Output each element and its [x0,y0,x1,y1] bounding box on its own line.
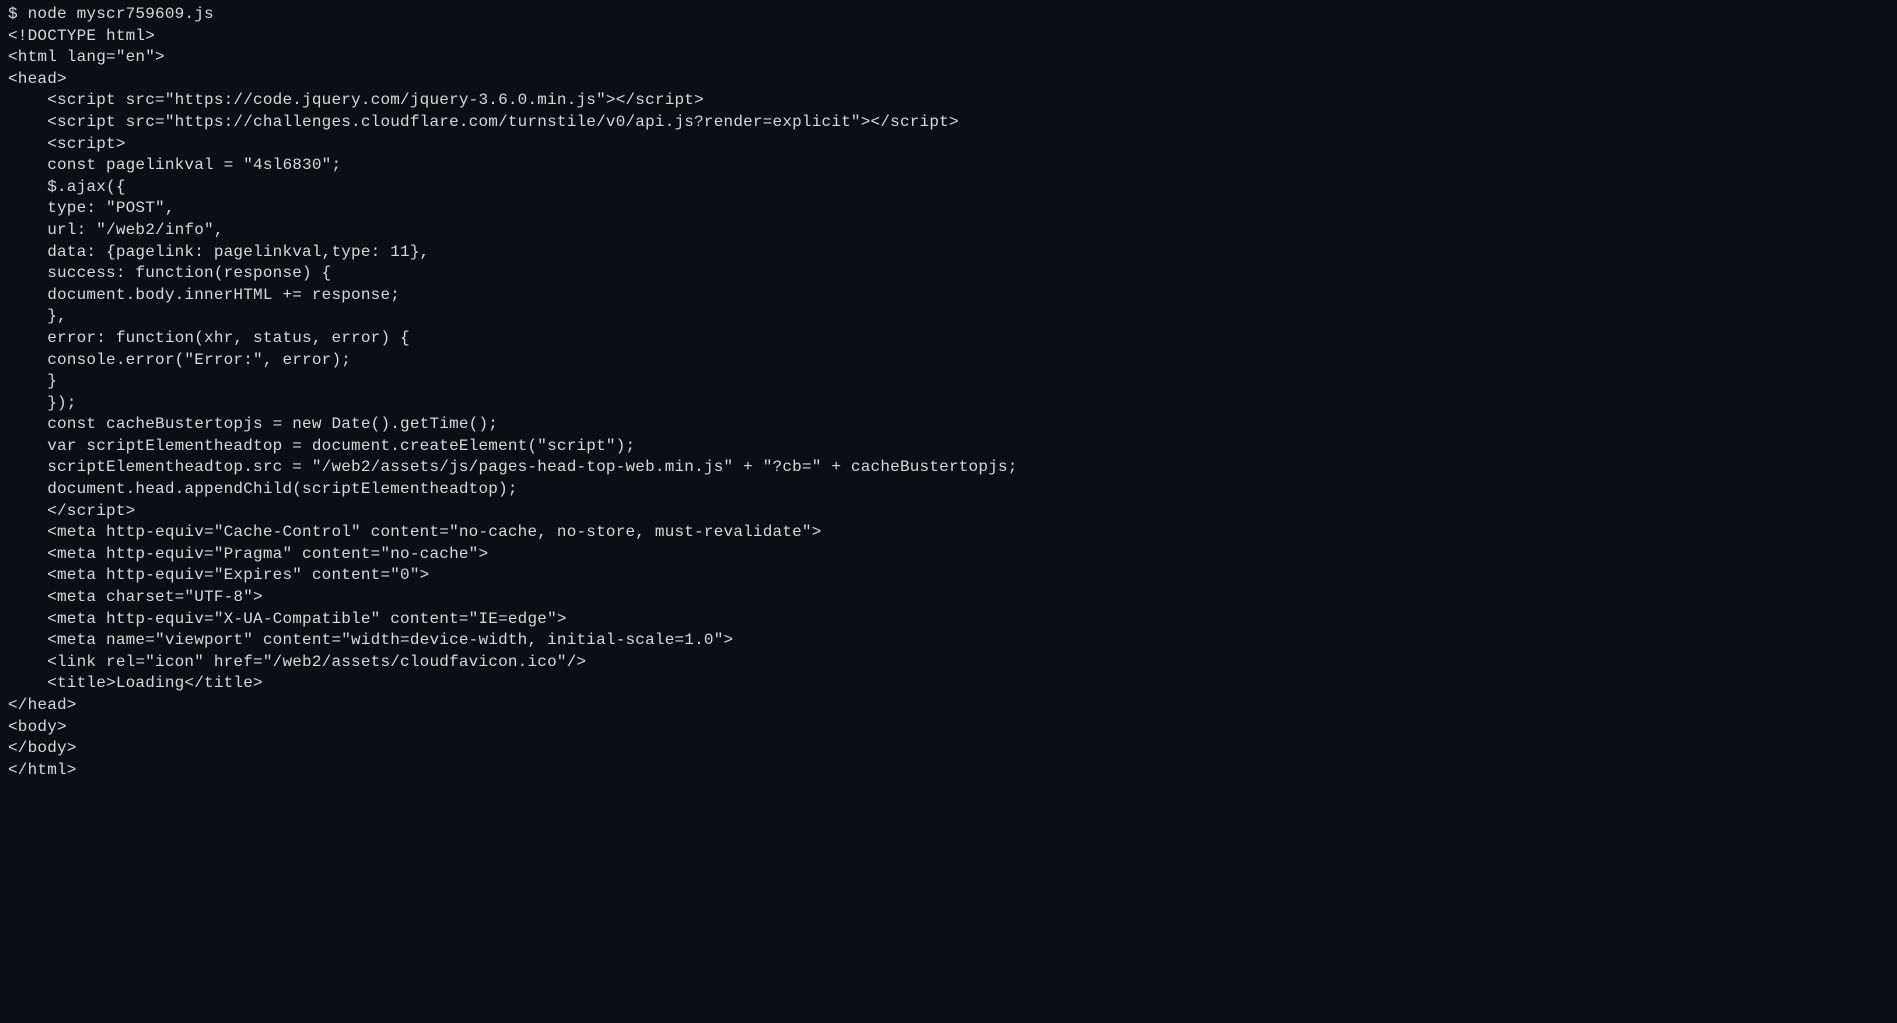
terminal-line: <head> [8,69,1889,91]
terminal-line: $ node myscr759609.js [8,4,1889,26]
terminal-line: <link rel="icon" href="/web2/assets/clou… [8,652,1889,674]
terminal-line: <body> [8,717,1889,739]
terminal-line: data: {pagelink: pagelinkval,type: 11}, [8,242,1889,264]
terminal-line: document.body.innerHTML += response; [8,285,1889,307]
terminal-line: console.error("Error:", error); [8,350,1889,372]
terminal-line: }); [8,393,1889,415]
terminal-line: <script> [8,134,1889,156]
terminal-line: url: "/web2/info", [8,220,1889,242]
terminal-line: <title>Loading</title> [8,673,1889,695]
terminal-line: </head> [8,695,1889,717]
terminal-line: <meta name="viewport" content="width=dev… [8,630,1889,652]
terminal-line: } [8,371,1889,393]
terminal-line: <meta http-equiv="X-UA-Compatible" conte… [8,609,1889,631]
terminal-line: </body> [8,738,1889,760]
terminal-line: error: function(xhr, status, error) { [8,328,1889,350]
terminal-line: <meta charset="UTF-8"> [8,587,1889,609]
terminal-line: <meta http-equiv="Expires" content="0"> [8,565,1889,587]
terminal-line: <!DOCTYPE html> [8,26,1889,48]
terminal-line: <meta http-equiv="Cache-Control" content… [8,522,1889,544]
terminal-line: type: "POST", [8,198,1889,220]
terminal-line: </html> [8,760,1889,782]
terminal-line: const cacheBustertopjs = new Date().getT… [8,414,1889,436]
terminal-line: <script src="https://challenges.cloudfla… [8,112,1889,134]
terminal-line: <script src="https://code.jquery.com/jqu… [8,90,1889,112]
terminal-line: <html lang="en"> [8,47,1889,69]
terminal-output[interactable]: $ node myscr759609.js<!DOCTYPE html><htm… [0,0,1897,785]
terminal-line: <meta http-equiv="Pragma" content="no-ca… [8,544,1889,566]
terminal-line: var scriptElementheadtop = document.crea… [8,436,1889,458]
terminal-line: document.head.appendChild(scriptElementh… [8,479,1889,501]
terminal-line: scriptElementheadtop.src = "/web2/assets… [8,457,1889,479]
terminal-line: success: function(response) { [8,263,1889,285]
terminal-line: $.ajax({ [8,177,1889,199]
terminal-line: }, [8,306,1889,328]
terminal-line: const pagelinkval = "4sl6830"; [8,155,1889,177]
terminal-line: </script> [8,501,1889,523]
